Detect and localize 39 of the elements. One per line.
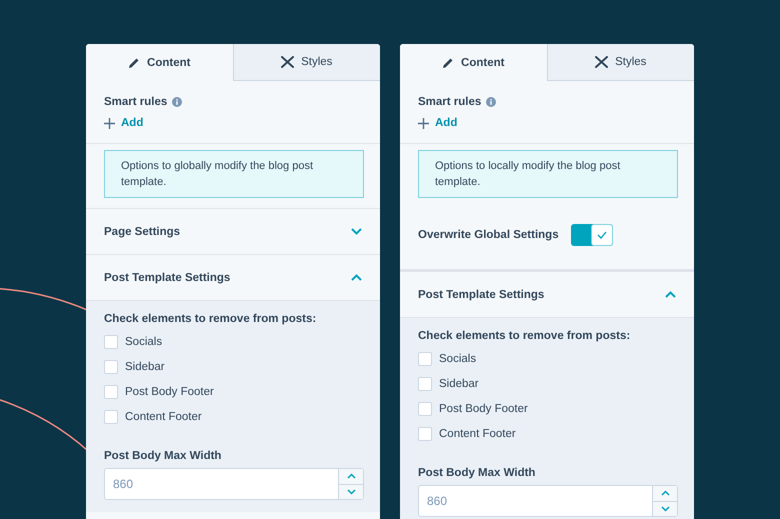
checklist-heading: Check elements to remove from posts: xyxy=(418,330,632,342)
checkbox-label: Sidebar xyxy=(439,378,479,390)
plus-icon xyxy=(104,118,115,128)
checkbox[interactable] xyxy=(418,402,432,416)
checkbox-label: Socials xyxy=(439,352,476,364)
tab[interactable]: Styles xyxy=(232,44,380,81)
check-icon xyxy=(596,231,607,239)
field-label: Post Body Max Width xyxy=(418,467,536,479)
checkbox-label: Sidebar xyxy=(125,360,165,372)
toggle-label: Overwrite Global Settings xyxy=(418,229,559,241)
checkbox[interactable] xyxy=(418,352,432,366)
checkbox-label: Post Body Footer xyxy=(439,402,528,414)
checkbox[interactable] xyxy=(104,384,118,398)
toggle-switch[interactable] xyxy=(570,224,613,246)
checkbox-label: Content Footer xyxy=(439,428,516,440)
pencil-icon xyxy=(128,56,140,68)
checkbox[interactable] xyxy=(418,426,432,440)
chevron-up-icon[interactable] xyxy=(660,490,670,496)
checkbox-label: Socials xyxy=(125,336,162,348)
info-icon xyxy=(172,97,182,107)
tab[interactable]: Styles xyxy=(546,44,694,81)
info-note: Options to globally modify the blog post template. xyxy=(104,150,364,198)
smart-rules-label: Smart rules xyxy=(104,96,168,108)
field-label: Post Body Max Width xyxy=(104,450,222,462)
checkbox[interactable] xyxy=(104,410,118,424)
chevron-down-icon[interactable] xyxy=(660,506,670,512)
checkbox[interactable] xyxy=(418,376,432,390)
info-icon xyxy=(486,97,496,107)
smart-rules-label: Smart rules xyxy=(418,96,482,108)
checkbox[interactable] xyxy=(104,334,118,348)
plus-icon xyxy=(418,118,429,128)
pencil-icon xyxy=(442,56,454,68)
chevron-up-icon[interactable] xyxy=(346,473,356,480)
checkbox[interactable] xyxy=(104,360,118,374)
checkbox-label: Content Footer xyxy=(125,410,202,422)
checkbox-label: Post Body Footer xyxy=(125,386,214,398)
checklist-heading: Check elements to remove from posts: xyxy=(104,313,318,325)
chevron-down-icon[interactable] xyxy=(346,488,356,495)
info-note: Options to locally modify the blog post template. xyxy=(418,150,678,198)
